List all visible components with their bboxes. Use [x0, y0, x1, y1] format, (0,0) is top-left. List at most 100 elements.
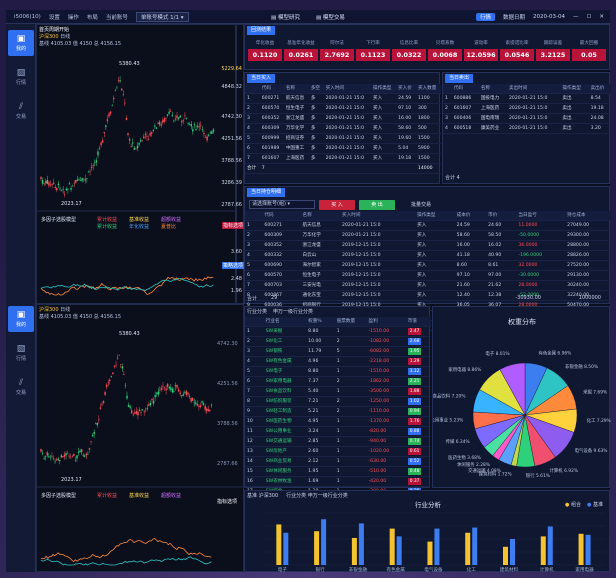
table-row[interactable]: 3 600352 浙江龙盛多 2020-01-21 15:0 买入 16.00 1800 [245, 113, 441, 124]
bottom-kline-svg[interactable]: 5380.43 2023.17 多因子选股模型 累计收益 基准收益 超额收益 指… [37, 305, 245, 573]
bar[interactable] [389, 528, 395, 565]
rail-quote-top[interactable]: ▧ 行情 [8, 64, 34, 90]
buy-title[interactable]: 当日买入 [247, 74, 276, 83]
table-row[interactable]: 5 600690 海尔智家 2019-12-15 15:0 买入 8.60 8.61 32.0… [245, 260, 611, 271]
quote-pill[interactable]: 行情 [475, 12, 495, 21]
tab-model-research[interactable]: ▤ 模型研究 [271, 13, 300, 21]
bar[interactable] [283, 532, 289, 565]
col-header[interactable]: 买入价 [396, 84, 416, 94]
menu-account[interactable]: 当前账号 [106, 13, 128, 21]
table-row[interactable]: 14 SW商业贸易 2.12 1 -630.00 0.52 [245, 456, 431, 467]
table-row[interactable]: 3 600406 国电南瑞 2020-01-21 15:0 卖出 24.08 [443, 113, 611, 124]
sell-button[interactable]: 卖 出 [359, 200, 395, 210]
rail-my-top[interactable]: ▣ 我的 [8, 30, 34, 56]
col-header[interactable]: 成本价 [454, 211, 487, 221]
table-row[interactable]: 6 600570 恒生电子 2019-12-15 15:0 买入 97.10 97.00 -3… [245, 270, 611, 281]
table-row[interactable]: 2 600570 恒生电子多 2020-01-21 15:0 买入 97.10 300 [245, 103, 441, 114]
bar[interactable] [540, 536, 546, 565]
table-row[interactable]: 15 SW休闲服务 1.95 1 -510.00 0.48 [245, 466, 431, 477]
table-row[interactable]: 4 600518 康美药业 2020-01-21 15:0 卖出 3.20 [443, 123, 611, 134]
col-header[interactable]: 代码 [259, 84, 284, 94]
col-header[interactable]: 卖出时间 [506, 84, 561, 94]
table-row[interactable]: 5 600999 招商证券多 2020-01-21 15:0 买入 19.60 1500 [245, 133, 441, 144]
mode-select[interactable]: 单账号模式 1/1 ▾ [135, 11, 189, 22]
col-header[interactable]: 操作类型 [371, 84, 397, 94]
col-header[interactable]: 行业名 [263, 317, 307, 327]
col-header[interactable]: 买入时间 [340, 211, 416, 221]
col-header[interactable]: 代码 [451, 84, 479, 94]
table-row[interactable]: 1 SW采掘 8.80 1 -1510.00 2.47 [245, 326, 431, 337]
col-header[interactable]: 股票数量 [334, 317, 367, 327]
rail-quote-bottom[interactable]: ▧ 行情 [8, 340, 34, 366]
badge-indicator-option[interactable]: 指标选项 [221, 222, 244, 229]
bar[interactable] [358, 523, 364, 565]
bar[interactable] [578, 533, 584, 565]
table-row[interactable]: 1 600886 国投电力 2020-01-21 15:0 卖出 8.54 [443, 93, 611, 104]
buy-button[interactable]: 买 入 [319, 200, 355, 210]
bar[interactable] [472, 527, 478, 565]
table-row[interactable]: 11 SW公用事业 3.24 1 -820.00 0.88 [245, 426, 431, 437]
col-header[interactable] [245, 84, 260, 94]
col-header[interactable]: 市值 [405, 317, 431, 327]
menu-layout[interactable]: 布局 [87, 13, 98, 21]
minimize-icon[interactable]: — [573, 14, 579, 20]
bar[interactable] [351, 537, 357, 565]
close-icon[interactable]: ✕ [599, 14, 604, 20]
bar[interactable] [434, 528, 440, 565]
bar[interactable] [510, 539, 515, 565]
col-header[interactable]: 名称 [300, 211, 341, 221]
bar[interactable] [503, 546, 508, 565]
rail-trade-bottom[interactable]: ⫽ 交易 [8, 374, 34, 400]
sell-title[interactable]: 当日卖出 [445, 74, 474, 83]
table-row[interactable]: 4 600332 白云山 2019-12-15 15:0 买入 41.18 40.90 -19… [245, 250, 611, 261]
col-header[interactable]: 名称 [283, 84, 309, 94]
table-row[interactable]: 2 601607 上海医药 2020-01-21 15:0 卖出 19.18 [443, 103, 611, 114]
menu-settings[interactable]: 设置 [49, 13, 60, 21]
col-header[interactable]: 多空 [308, 84, 324, 94]
account-select[interactable]: 请选择账号(组) ▾ [249, 200, 315, 209]
table-row[interactable]: 6 SW家用电器 7.37 2 -1862.00 2.21 [245, 376, 431, 387]
tab-industry-class[interactable]: 行业分类 [247, 308, 267, 315]
table-row[interactable]: 2 600309 万华化学 2020-01-21 15:0 买入 58.60 58.50 -5… [245, 230, 611, 241]
badge-indicator-option-2[interactable]: 指标选项 [217, 498, 237, 505]
table-row[interactable]: 7 SW食品饮料 5.40 1 -3500.00 1.88 [245, 386, 431, 397]
table-row[interactable]: 7 601607 上海医药多 2020-01-21 15:0 买入 19.18 1500 [245, 153, 441, 164]
col-header[interactable]: 买入数量 [415, 84, 441, 94]
col-header[interactable]: 市价 [486, 211, 517, 221]
col-header[interactable]: 当日盈亏 [516, 211, 566, 221]
table-row[interactable]: 1 600271 航天信息 2020-01-21 15:0 买入 24.59 24.60 11… [245, 220, 611, 231]
bar[interactable] [276, 524, 282, 565]
table-row[interactable]: 9 SW轻工制造 5.21 2 -1110.00 0.94 [245, 406, 431, 417]
col-header[interactable]: 操作类型 [415, 211, 455, 221]
table-row[interactable]: 13 SW房地产 2.60 1 -1020.00 0.61 [245, 446, 431, 457]
batch-trade-button[interactable]: 批量交易 [403, 200, 439, 210]
bar[interactable] [396, 536, 402, 565]
badge-strategy-option[interactable]: 策略选项 [221, 262, 244, 269]
top-kline-svg[interactable]: 5380.43 2023.17 多因子选股模型 累计收益 基准收益 超额收益 累… [37, 25, 237, 305]
table-row[interactable]: 10 SW医药生物 4.95 1 -1370.00 1.76 [245, 416, 431, 427]
col-header[interactable]: 权重% [306, 317, 335, 327]
table-row[interactable]: 2 SW化工 10.00 2 -1082.00 2.68 [245, 336, 431, 347]
hold-title[interactable]: 当日持仓明细 [247, 188, 286, 197]
stats-title[interactable]: 回测结果 [247, 26, 276, 35]
rail-my-bottom[interactable]: ▣ 我的 [8, 306, 34, 332]
col-header[interactable] [245, 317, 264, 327]
col-header[interactable]: 买入时间 [323, 84, 372, 94]
menu-operate[interactable]: 操作 [68, 13, 79, 21]
bar[interactable] [585, 534, 591, 565]
table-row[interactable]: 12 SW交通运输 2.85 1 -940.00 0.74 [245, 436, 431, 447]
col-header[interactable]: 名称 [478, 84, 507, 94]
col-header[interactable] [245, 211, 263, 221]
col-header[interactable] [443, 84, 452, 94]
table-row[interactable]: 7 600703 三安光电 2019-12-15 15:0 买入 21.60 21.62 28… [245, 280, 611, 291]
pie-chart[interactable]: 有色金属 6.96% 非银金融 8.50% 采掘 7.69% 化工 7.29% 电气设备… [433, 307, 611, 489]
bar-chart[interactable]: 电子 银行 非银金融 有色金属 电气设备 化工 建筑材料 计算机 家用电器 [245, 491, 611, 573]
table-row[interactable]: 1 600271 航天信息多 2020-01-21 15:0 买入 24.59 1100 [245, 93, 441, 104]
col-header[interactable]: 卖出价 [588, 84, 611, 94]
col-header[interactable]: 操作类型 [560, 84, 589, 94]
bar[interactable] [314, 531, 320, 565]
bar[interactable] [321, 519, 327, 565]
table-row[interactable]: 6 601989 中国重工多 2020-01-21 15:0 买入 5.04 5900 [245, 143, 441, 154]
col-header[interactable]: 持仓成本 [565, 211, 611, 221]
table-row[interactable]: 8 SW纺织服装 7.21 2 -1250.00 1.02 [245, 396, 431, 407]
